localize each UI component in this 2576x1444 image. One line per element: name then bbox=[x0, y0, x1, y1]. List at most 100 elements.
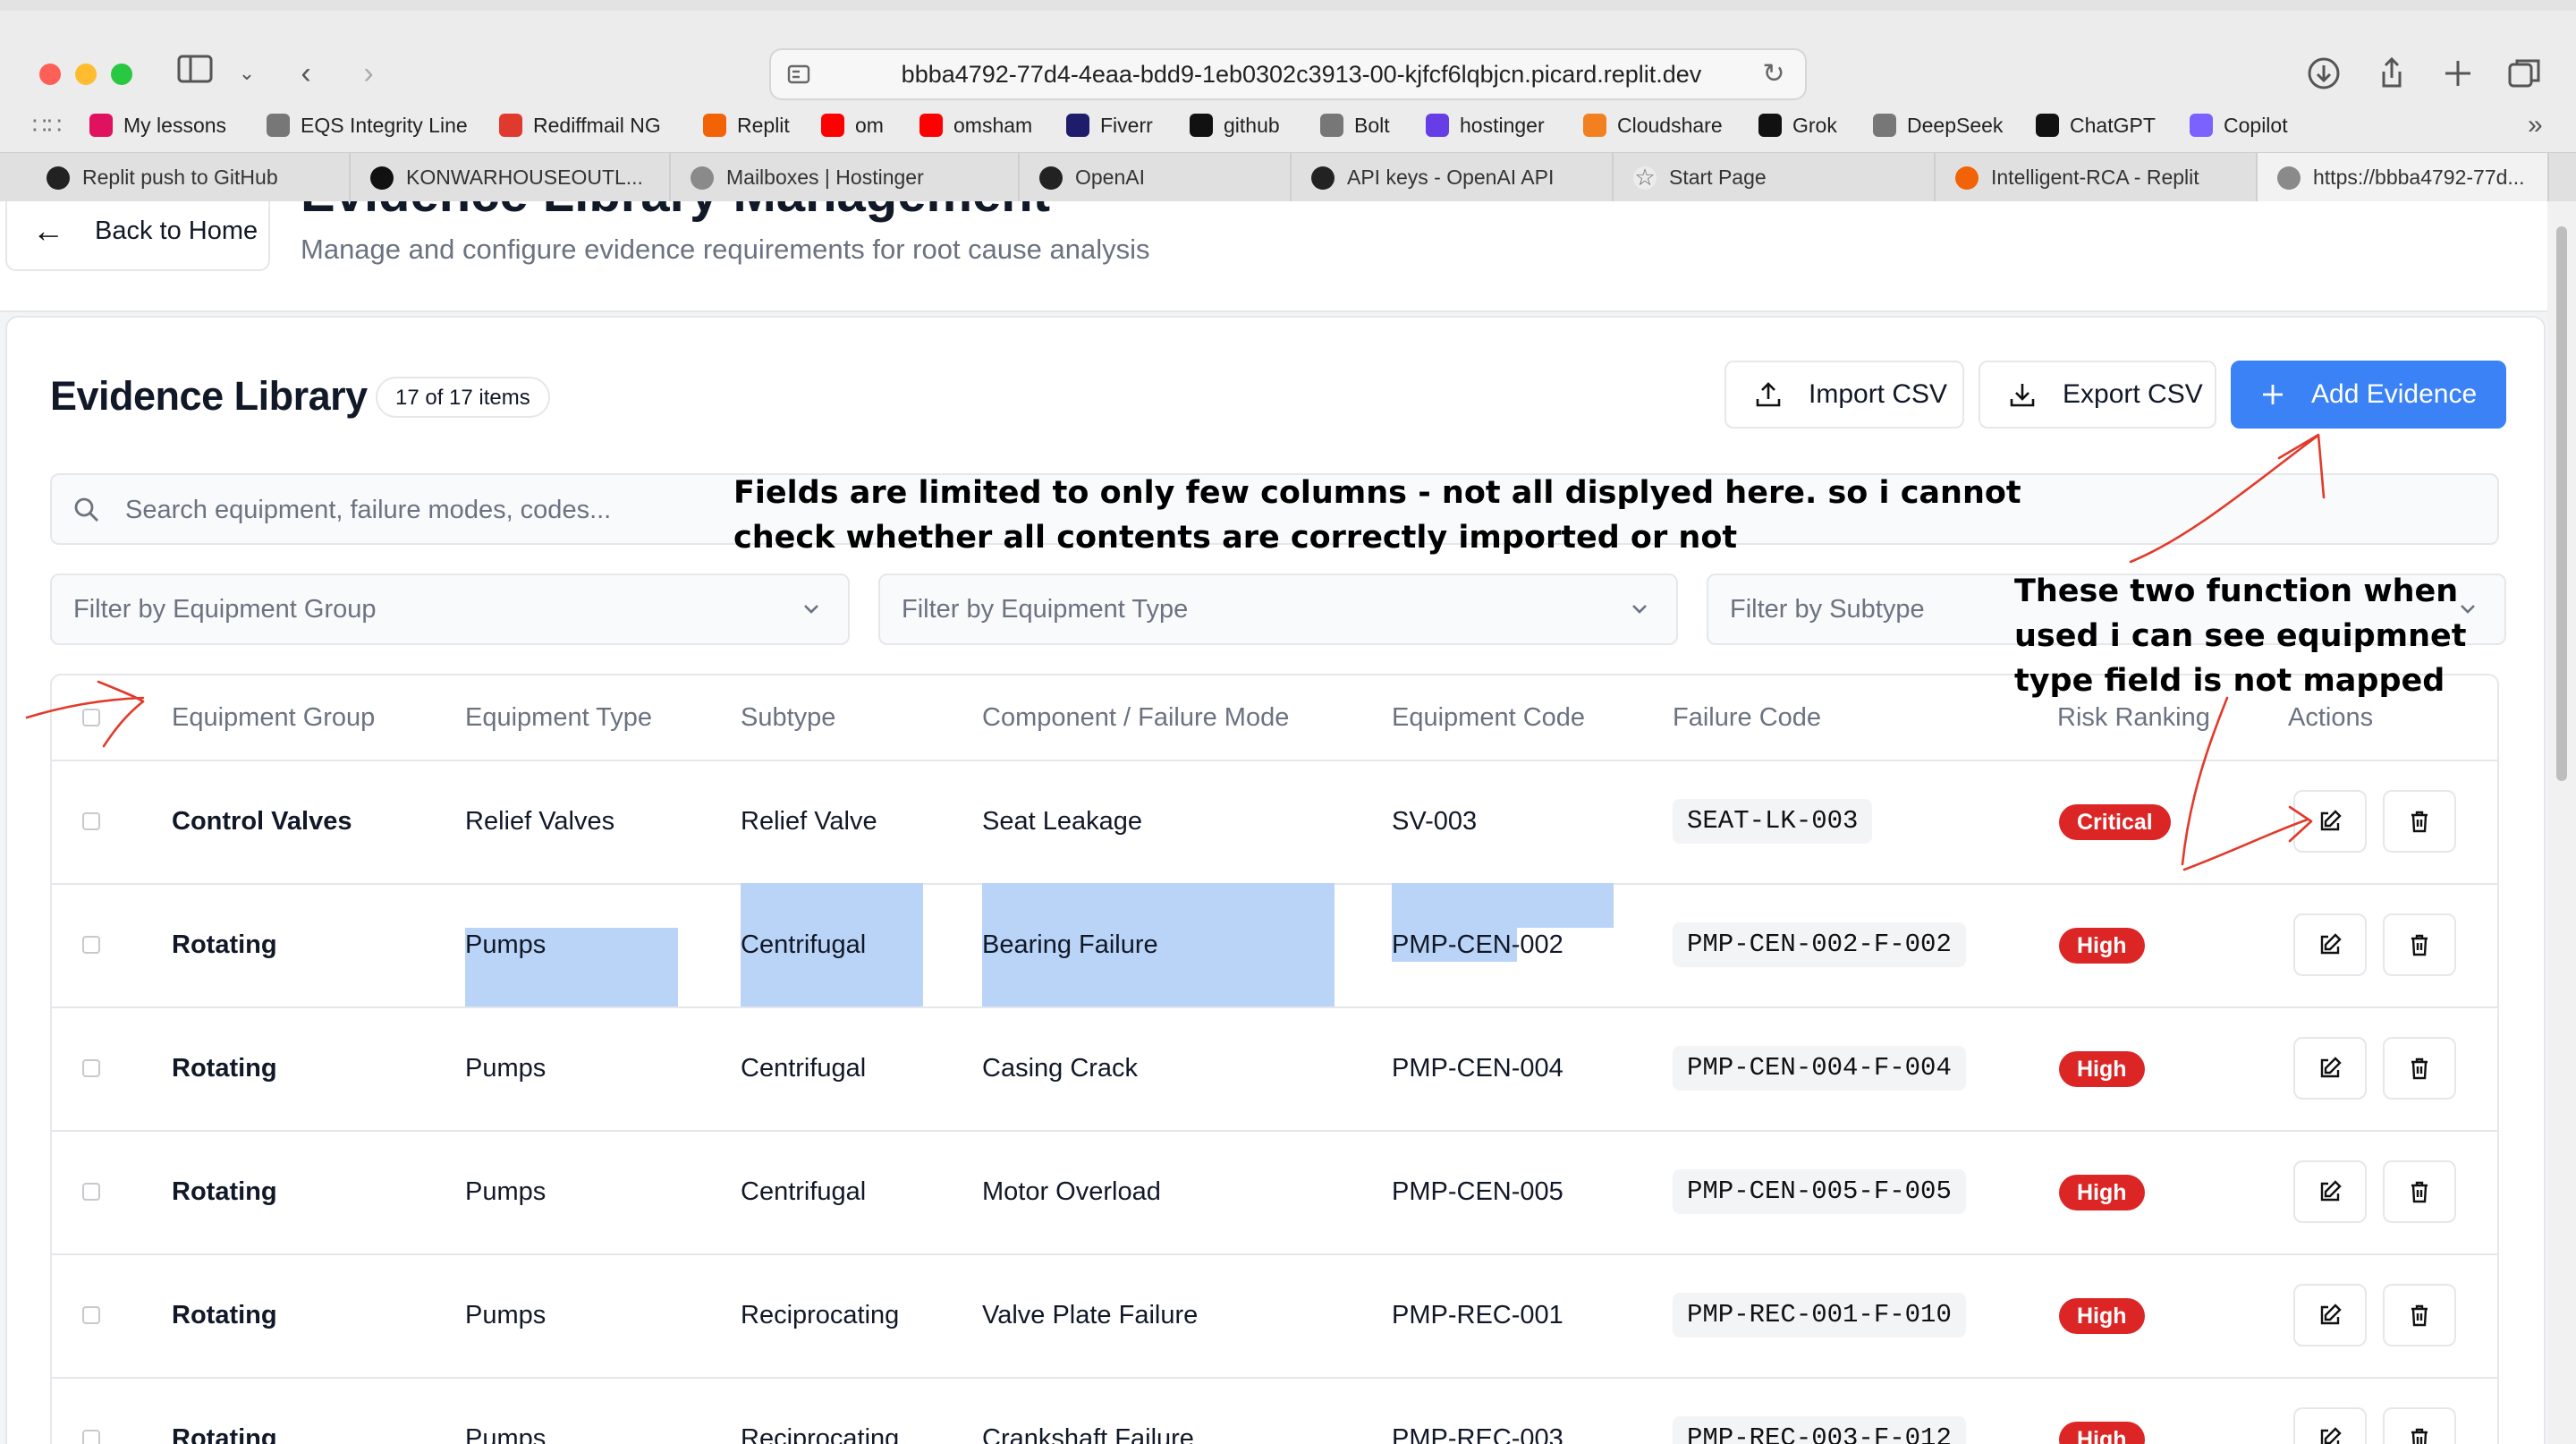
edit-button[interactable] bbox=[2293, 1160, 2367, 1223]
delete-button[interactable] bbox=[2383, 913, 2456, 976]
forward-nav-icon[interactable]: › bbox=[349, 54, 388, 93]
delete-button[interactable] bbox=[2383, 790, 2456, 853]
bookmark-0[interactable]: My lessons bbox=[89, 106, 226, 145]
bookmark-label: omsham bbox=[953, 113, 1033, 137]
tab-label: Mailboxes | Hostinger bbox=[726, 166, 924, 189]
browser-tab-4[interactable]: API keys - OpenAI API bbox=[1292, 153, 1614, 202]
tab-overview-icon[interactable] bbox=[2504, 54, 2544, 93]
pencil-icon bbox=[2317, 1302, 2343, 1329]
table-row: Rotating Pumps Reciprocating Crankshaft Fai… bbox=[52, 1377, 2497, 1444]
edit-button[interactable] bbox=[2293, 913, 2367, 976]
bookmark-4[interactable]: om bbox=[821, 106, 884, 145]
site-settings-icon[interactable] bbox=[787, 63, 810, 86]
row-checkbox[interactable] bbox=[82, 1430, 100, 1444]
add-evidence-button[interactable]: Add Evidence bbox=[2231, 361, 2506, 429]
bookmark-13[interactable]: ChatGPT bbox=[2036, 106, 2156, 145]
downloads-icon[interactable] bbox=[2304, 54, 2343, 93]
cell-component-failure-mode: Seat Leakage bbox=[982, 807, 1142, 836]
new-tab-icon[interactable] bbox=[2438, 54, 2478, 93]
bookmark-6[interactable]: Fiverr bbox=[1066, 106, 1153, 145]
bookmark-label: EQS Integrity Line bbox=[301, 113, 468, 137]
copilot-icon bbox=[2190, 114, 2213, 137]
tab-label: KONWARHOUSEOUTL... bbox=[406, 166, 643, 189]
reload-icon[interactable]: ↻ bbox=[1757, 57, 1791, 91]
edit-button[interactable] bbox=[2293, 1037, 2367, 1100]
back-nav-icon[interactable]: ‹ bbox=[286, 54, 326, 93]
col-equipment-code[interactable]: Equipment Code bbox=[1392, 675, 1585, 760]
chevron-down-icon[interactable]: ⌄ bbox=[227, 54, 267, 93]
apps-grid-icon[interactable]: ∷∷ bbox=[32, 106, 62, 145]
browser-tab-7[interactable]: https://bbba4792-77d... bbox=[2258, 153, 2549, 202]
share-icon[interactable] bbox=[2372, 54, 2411, 93]
page-scrollbar[interactable] bbox=[2547, 201, 2576, 1444]
bookmark-11[interactable]: Grok bbox=[1758, 106, 1837, 145]
cell-failure-code: SEAT-LK-003 bbox=[1673, 799, 1873, 844]
edit-button[interactable] bbox=[2293, 1284, 2367, 1346]
minimize-window-button[interactable] bbox=[75, 64, 97, 85]
browser-tab-2[interactable]: Mailboxes | Hostinger bbox=[671, 153, 1020, 202]
cell-component-failure-mode: Crankshaft Failure bbox=[982, 1424, 1194, 1444]
bookmark-7[interactable]: github bbox=[1190, 106, 1280, 145]
import-csv-button[interactable]: Import CSV bbox=[1724, 361, 1964, 429]
row-checkbox[interactable] bbox=[82, 812, 100, 830]
bookmark-14[interactable]: Copilot bbox=[2190, 106, 2288, 145]
bookmark-8[interactable]: Bolt bbox=[1320, 106, 1390, 145]
browser-tab-1[interactable]: KONWARHOUSEOUTL... bbox=[351, 153, 671, 202]
sidebar-toggle-icon[interactable] bbox=[175, 54, 215, 93]
col-equipment-group[interactable]: Equipment Group bbox=[172, 675, 375, 760]
col-component-failure-mode[interactable]: Component / Failure Mode bbox=[982, 675, 1289, 760]
bookmark-5[interactable]: omsham bbox=[919, 106, 1032, 145]
page-content: ← Back to Home Evidence Library Manageme… bbox=[0, 201, 2547, 1444]
chevron-down-icon bbox=[804, 605, 818, 614]
tab-label: API keys - OpenAI API bbox=[1347, 166, 1555, 189]
cell-failure-code: PMP-REC-001-F-010 bbox=[1673, 1293, 1966, 1338]
col-failure-code[interactable]: Failure Code bbox=[1673, 675, 1821, 760]
browser-tab-0[interactable]: Replit push to GitHub bbox=[27, 153, 351, 202]
browser-tab-3[interactable]: OpenAI bbox=[1020, 153, 1292, 202]
cell-equipment-code: PMP-REC-001 bbox=[1392, 1301, 1563, 1329]
select-all-checkbox[interactable] bbox=[82, 709, 100, 726]
bookmark-12[interactable]: DeepSeek bbox=[1873, 106, 2003, 145]
scrollbar-thumb[interactable] bbox=[2556, 226, 2567, 781]
cell-subtype: Relief Valve bbox=[741, 807, 877, 836]
delete-button[interactable] bbox=[2383, 1284, 2456, 1346]
bookmark-1[interactable]: EQS Integrity Line bbox=[267, 106, 468, 145]
url-text[interactable]: bbba4792-77d4-4eaa-bdd9-1eb0302c3913-00-… bbox=[869, 50, 1733, 98]
filter-equipment-type[interactable]: Filter by Equipment Type bbox=[878, 573, 1678, 645]
bookmark-3[interactable]: Replit bbox=[703, 106, 790, 145]
edit-button[interactable] bbox=[2293, 1407, 2367, 1444]
bookmark-label: DeepSeek bbox=[1907, 113, 2004, 137]
cell-equipment-type: Pumps bbox=[465, 930, 547, 959]
row-checkbox[interactable] bbox=[82, 1306, 100, 1324]
table-row: Control Valves Relief Valves Relief Valve S… bbox=[52, 760, 2497, 885]
bookmark-2[interactable]: Rediffmail NG bbox=[499, 106, 661, 145]
filter-equipment-group[interactable]: Filter by Equipment Group bbox=[50, 573, 850, 645]
edit-button[interactable] bbox=[2293, 790, 2367, 853]
export-csv-button[interactable]: Export CSV bbox=[1979, 361, 2216, 429]
col-equipment-type[interactable]: Equipment Type bbox=[465, 675, 652, 760]
openai-icon bbox=[47, 166, 70, 190]
row-checkbox[interactable] bbox=[82, 1059, 100, 1077]
zoom-window-button[interactable] bbox=[111, 64, 132, 85]
row-checkbox[interactable] bbox=[82, 936, 100, 954]
delete-button[interactable] bbox=[2383, 1160, 2456, 1223]
cell-equipment-group: Control Valves bbox=[172, 807, 352, 836]
back-to-home-button[interactable]: ← Back to Home bbox=[5, 201, 270, 271]
replit-icon bbox=[1955, 166, 1979, 190]
more-bookmarks-icon[interactable]: » bbox=[2528, 106, 2543, 145]
annotation-mapping-note-line3: type field is not mapped bbox=[2014, 663, 2445, 699]
bookmark-9[interactable]: hostinger bbox=[1426, 106, 1545, 145]
address-bar[interactable]: bbba4792-77d4-4eaa-bdd9-1eb0302c3913-00-… bbox=[769, 48, 1807, 100]
browser-tab-6[interactable]: Intelligent-RCA - Replit bbox=[1936, 153, 2258, 202]
risk-badge: Critical bbox=[2059, 804, 2171, 840]
arrow-left-icon: ← bbox=[32, 212, 64, 249]
delete-button[interactable] bbox=[2383, 1037, 2456, 1100]
browser-toolbar: ⌄ ‹ › bbba4792-77d4-4eaa-bdd9-1eb0302c39… bbox=[0, 11, 2576, 116]
browser-tab-5[interactable]: ☆ Start Page bbox=[1614, 153, 1936, 202]
delete-button[interactable] bbox=[2383, 1407, 2456, 1444]
annotation-fields-note-line1: Fields are limited to only few columns -… bbox=[733, 475, 2021, 511]
row-checkbox[interactable] bbox=[82, 1183, 100, 1201]
col-subtype[interactable]: Subtype bbox=[741, 675, 835, 760]
bookmark-10[interactable]: Cloudshare bbox=[1583, 106, 1723, 145]
close-window-button[interactable] bbox=[39, 64, 61, 85]
